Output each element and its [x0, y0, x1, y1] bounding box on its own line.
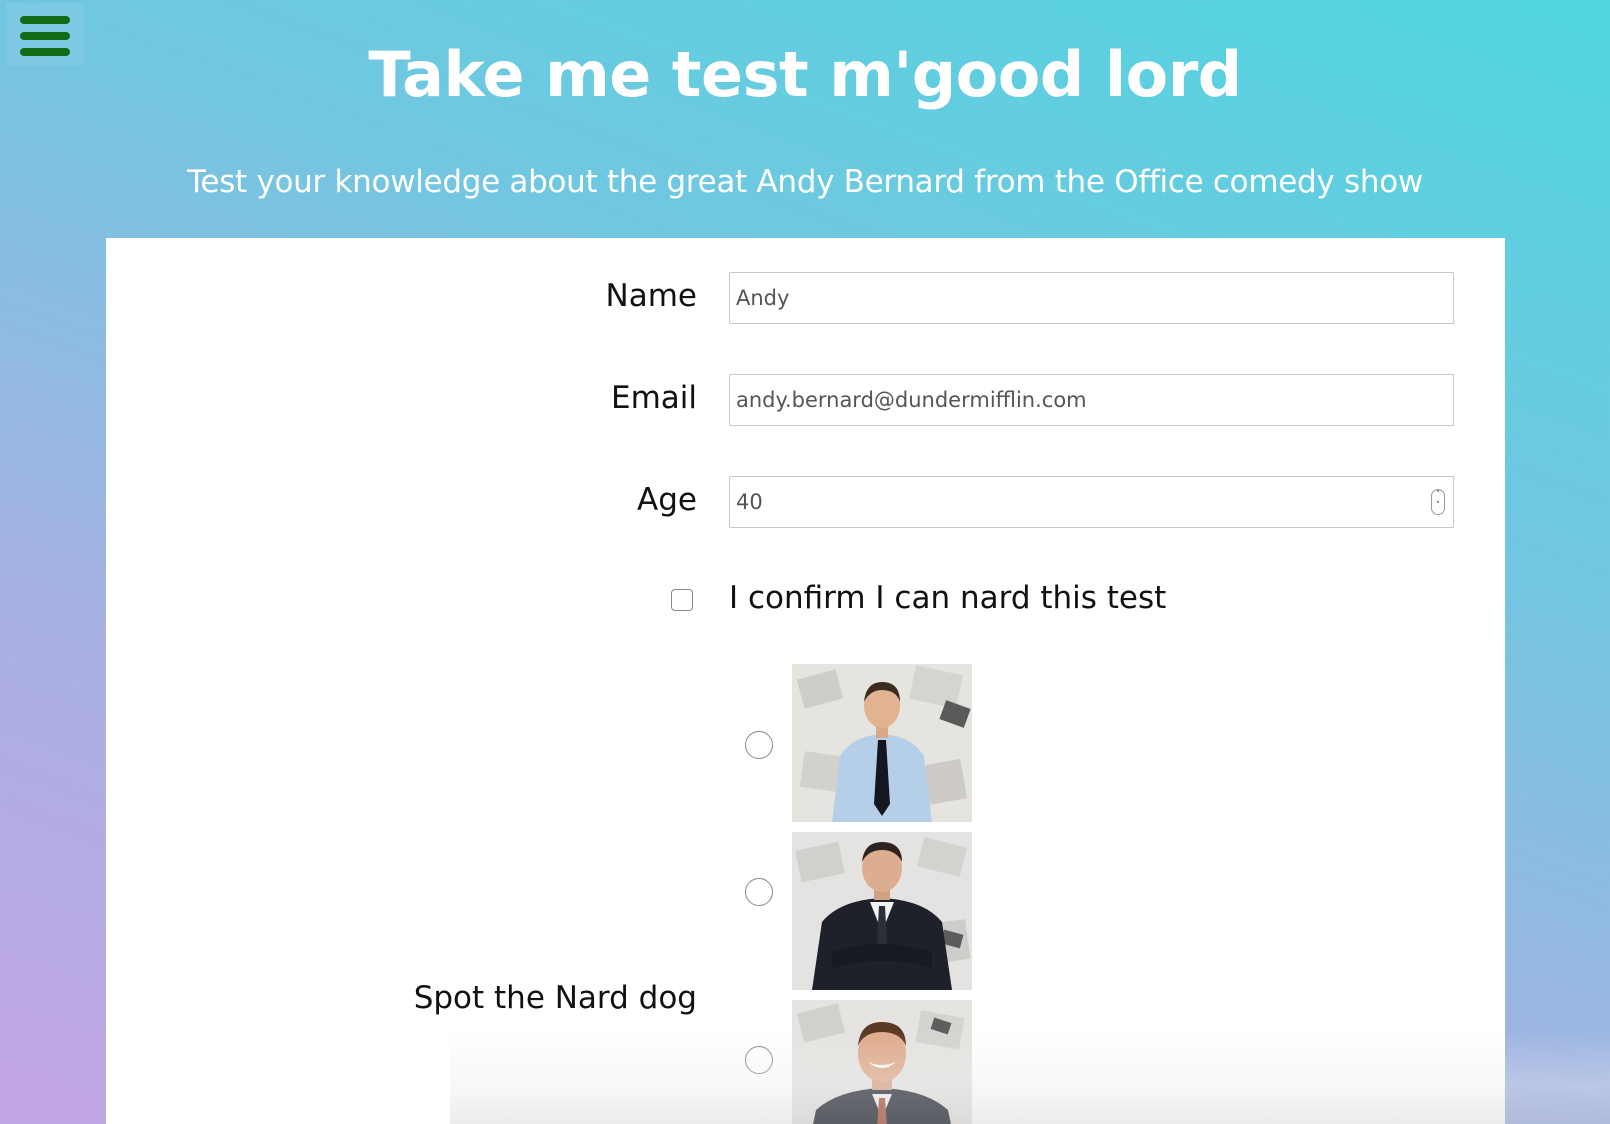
photo-man-blue-shirt-dark-tie [792, 664, 972, 822]
option-1-radio[interactable] [745, 731, 773, 759]
photo-man-dark-suit-arms-crossed [792, 832, 972, 990]
chevron-up-icon: ˄ [1435, 490, 1441, 500]
age-input[interactable] [729, 476, 1454, 528]
question-label: Spot the Nard dog [413, 980, 697, 1016]
page-subtitle: Test your knowledge about the great Andy… [187, 164, 1423, 200]
name-label: Name [605, 278, 697, 314]
quiz-form-card: Name Email Age ˄ ˅ I confirm I can nard … [106, 238, 1505, 1124]
photo-man-smiling-suit [792, 1000, 972, 1124]
confirm-label: I confirm I can nard this test [729, 580, 1167, 616]
option-3-radio[interactable] [745, 1046, 773, 1074]
confirm-checkbox[interactable] [671, 589, 693, 611]
chevron-down-icon: ˅ [1435, 501, 1441, 511]
email-input[interactable] [729, 374, 1454, 426]
option-1-photo[interactable] [792, 664, 972, 822]
option-2-radio[interactable] [745, 878, 773, 906]
option-3-photo[interactable] [792, 1000, 972, 1124]
age-label: Age [637, 482, 697, 518]
email-label: Email [610, 380, 697, 416]
option-2-photo[interactable] [792, 832, 972, 990]
page-title: Take me test m'good lord [368, 38, 1242, 111]
name-input[interactable] [729, 272, 1454, 324]
age-stepper[interactable]: ˄ ˅ [1431, 489, 1445, 515]
